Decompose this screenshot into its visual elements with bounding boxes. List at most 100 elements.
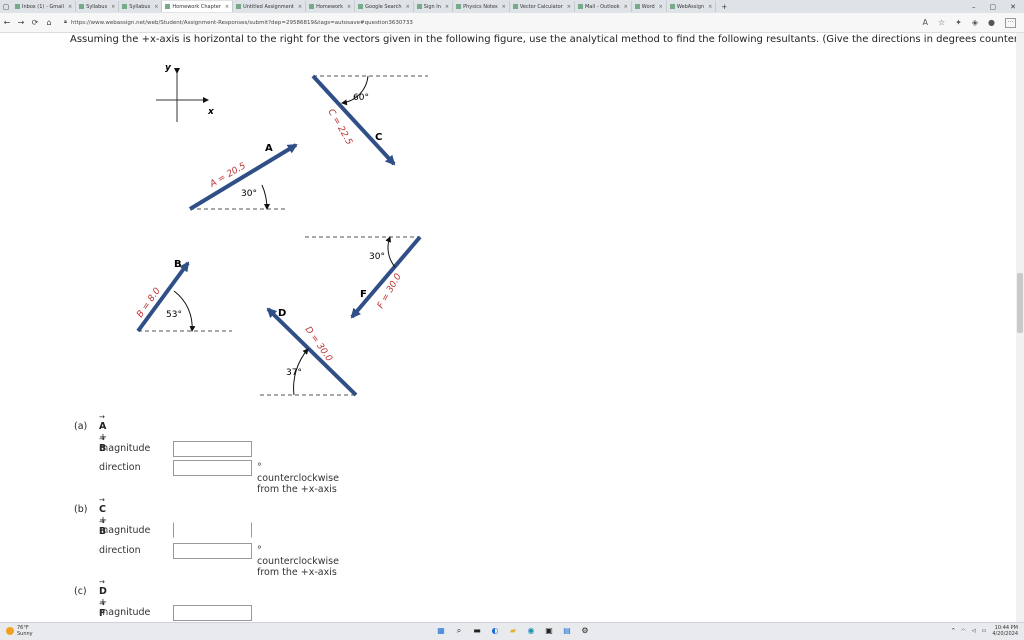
wifi-icon[interactable]: ◠ xyxy=(961,628,965,634)
settings-gear-icon[interactable]: ⚙ xyxy=(580,626,590,636)
favorite-star-icon[interactable]: ☆ xyxy=(938,18,945,28)
close-icon[interactable]: × xyxy=(111,4,115,10)
tab-label: Syllabus xyxy=(86,3,108,10)
more-menu-icon[interactable]: ··· xyxy=(1005,17,1016,28)
close-icon[interactable]: × xyxy=(708,4,712,10)
tab-label: Homework xyxy=(316,3,343,10)
vertical-scrollbar[interactable] xyxy=(1016,33,1024,622)
read-aloud-icon[interactable]: A xyxy=(923,18,928,28)
close-icon[interactable]: × xyxy=(347,4,351,10)
tab-favicon-icon xyxy=(309,4,315,9)
back-arrow-icon[interactable]: ← xyxy=(0,18,14,27)
page-content: Assuming the +x-axis is horizontal to th… xyxy=(0,33,1016,622)
home-icon[interactable]: ⌂ xyxy=(42,18,56,27)
browser-tab[interactable]: Mail - Outlook × xyxy=(575,1,632,12)
tab-label: Inbox (1) - Gmail xyxy=(22,3,64,10)
magnitude-label: magnitude xyxy=(99,607,151,618)
search-icon[interactable]: ⌕ xyxy=(454,626,464,636)
tab-label: Syllabus xyxy=(129,3,151,10)
browser-tab[interactable]: Untitled Assignment × xyxy=(233,1,307,12)
magnitude-input[interactable] xyxy=(173,522,252,538)
tab-favicon-icon xyxy=(79,4,85,9)
tab-favicon-icon xyxy=(165,4,171,9)
tab-label: Sign In xyxy=(423,3,441,10)
refresh-icon[interactable]: ⟳ xyxy=(28,18,42,27)
mail-icon[interactable]: ▤ xyxy=(562,626,572,636)
browser-tab[interactable]: Sign In × xyxy=(414,1,454,12)
close-icon[interactable]: × xyxy=(68,4,72,10)
forward-arrow-icon[interactable]: → xyxy=(14,18,28,27)
vector-f-magnitude-label: F = 30.0 xyxy=(376,272,404,311)
vector-b-name: B xyxy=(174,259,182,270)
vector-f: 30° F = 30.0 F xyxy=(305,235,422,319)
direction-input[interactable] xyxy=(173,460,252,476)
window-close-icon[interactable]: ✕ xyxy=(1010,3,1016,11)
close-icon[interactable]: × xyxy=(445,4,449,10)
browser-tab[interactable]: Inbox (1) - Gmail × xyxy=(12,1,77,12)
address-bar[interactable]: 🔒︎ https://www.webassign.net/web/Student… xyxy=(64,16,915,30)
close-icon[interactable]: × xyxy=(624,4,628,10)
direction-input[interactable] xyxy=(173,543,252,559)
profile-icon[interactable]: ● xyxy=(988,18,995,28)
extensions-icon[interactable]: ✦ xyxy=(955,18,962,28)
tab-label: Google Search xyxy=(365,3,402,10)
chat-icon[interactable]: ◐ xyxy=(490,626,500,636)
restore-icon[interactable]: ▢ xyxy=(990,3,997,11)
scrollbar-thumb[interactable] xyxy=(1017,273,1023,333)
tab-label: Mail - Outlook xyxy=(584,3,620,10)
new-tab-button[interactable]: + xyxy=(716,3,732,11)
browser-tab-active[interactable]: Homework Chapter × xyxy=(162,1,234,12)
part-label: (c) xyxy=(74,586,87,597)
clock[interactable]: 10:44 PM 4/20/2024 xyxy=(992,625,1018,637)
close-icon[interactable]: × xyxy=(225,4,229,10)
magnitude-input[interactable] xyxy=(173,441,252,457)
window-menu-icon[interactable]: ▢ xyxy=(0,3,12,11)
browser-tab[interactable]: Syllabus × xyxy=(76,1,120,12)
vector-a-name: A xyxy=(265,143,273,154)
magnitude-input[interactable] xyxy=(173,605,252,621)
tab-favicon-icon xyxy=(236,4,242,9)
close-icon[interactable]: × xyxy=(659,4,663,10)
close-icon[interactable]: × xyxy=(502,4,506,10)
direction-label: direction xyxy=(99,545,141,556)
tab-label: Vector Calculator xyxy=(519,3,563,10)
part-label: (a) xyxy=(74,421,88,432)
vector-a: 30° A = 20.5 A xyxy=(188,143,298,211)
browser-tab[interactable]: Google Search × xyxy=(355,1,414,12)
file-explorer-icon[interactable]: ▰ xyxy=(508,626,518,636)
tab-favicon-icon xyxy=(512,4,518,9)
close-icon[interactable]: × xyxy=(154,4,158,10)
start-icon[interactable]: ▦ xyxy=(436,626,446,636)
tab-favicon-icon xyxy=(15,4,20,9)
tab-favicon-icon xyxy=(456,4,462,9)
vector-b-angle: 53° xyxy=(166,310,182,320)
close-icon[interactable]: × xyxy=(406,4,410,10)
volume-icon[interactable]: ◁ xyxy=(972,628,976,634)
chevron-up-icon[interactable]: ^ xyxy=(951,628,955,634)
browser-tab[interactable]: Word × xyxy=(632,1,667,12)
coordinate-axes: y x xyxy=(156,63,215,122)
vector-c-angle: 60° xyxy=(353,93,369,103)
minimize-icon[interactable]: – xyxy=(972,3,976,11)
close-icon[interactable]: × xyxy=(567,4,571,10)
vector-b: 53° B = 8.0 B xyxy=(135,259,232,333)
tab-favicon-icon xyxy=(122,4,128,9)
browser-tab[interactable]: WebAssign × xyxy=(667,1,717,12)
close-icon[interactable]: × xyxy=(298,4,302,10)
collections-icon[interactable]: ◈ xyxy=(972,18,978,28)
edge-browser-icon[interactable]: ◉ xyxy=(526,626,536,636)
browser-tab[interactable]: Physics Notes × xyxy=(453,1,510,12)
browser-tab[interactable]: Homework × xyxy=(306,1,356,12)
browser-tab[interactable]: Vector Calculator × xyxy=(510,1,575,12)
task-view-icon[interactable]: ▬ xyxy=(472,626,482,636)
tab-label: Word xyxy=(641,3,655,10)
browser-tab[interactable]: Syllabus × xyxy=(119,1,163,12)
battery-icon[interactable]: ▭ xyxy=(982,628,987,634)
browser-toolbar: ← → ⟳ ⌂ 🔒︎ https://www.webassign.net/web… xyxy=(0,13,1024,33)
tab-label: WebAssign xyxy=(676,3,705,10)
vector-symbol: D xyxy=(99,578,107,597)
vector-f-angle: 30° xyxy=(369,252,385,262)
tab-label: Physics Notes xyxy=(463,3,498,10)
weather-widget[interactable]: 76°F Sunny xyxy=(6,625,33,637)
store-icon[interactable]: ▣ xyxy=(544,626,554,636)
